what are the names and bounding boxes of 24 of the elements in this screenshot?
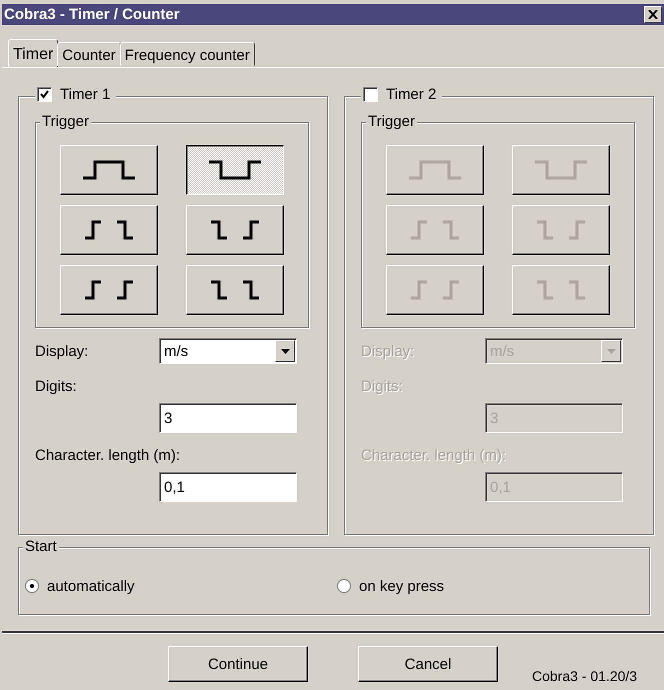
tab[interactable]: Timer bbox=[8, 39, 58, 67]
tab[interactable]: Counter bbox=[57, 42, 121, 66]
field-label: Display: bbox=[35, 342, 90, 360]
version-text: Cobra3 - 01.20/3 bbox=[532, 668, 638, 684]
radio-button[interactable] bbox=[25, 579, 39, 593]
radio-label: automatically bbox=[47, 578, 135, 594]
window-title: Cobra3 - Timer / Counter bbox=[4, 6, 180, 23]
dialog-button[interactable]: Continue bbox=[168, 646, 308, 682]
digits-field[interactable]: 3 bbox=[159, 403, 297, 433]
close-icon[interactable] bbox=[644, 6, 662, 23]
display-dropdown[interactable]: m/s bbox=[159, 338, 297, 364]
tab[interactable]: Frequency counter bbox=[120, 42, 255, 66]
length-field[interactable]: 0,1 bbox=[159, 472, 297, 502]
radio-label: on key press bbox=[359, 578, 444, 594]
radio-button[interactable] bbox=[337, 579, 351, 593]
checkbox-label: Timer 1 bbox=[60, 86, 110, 103]
field-label: Digits: bbox=[35, 378, 77, 395]
checkbox-label: Timer 2 bbox=[386, 86, 436, 103]
group-title: Trigger bbox=[366, 113, 417, 130]
checkbox[interactable] bbox=[37, 87, 52, 102]
trigger-button[interactable] bbox=[186, 145, 284, 195]
field-label: Character. length (m): bbox=[35, 447, 180, 464]
dialog-button[interactable]: Cancel bbox=[358, 646, 498, 682]
group-title: Trigger bbox=[40, 113, 91, 130]
